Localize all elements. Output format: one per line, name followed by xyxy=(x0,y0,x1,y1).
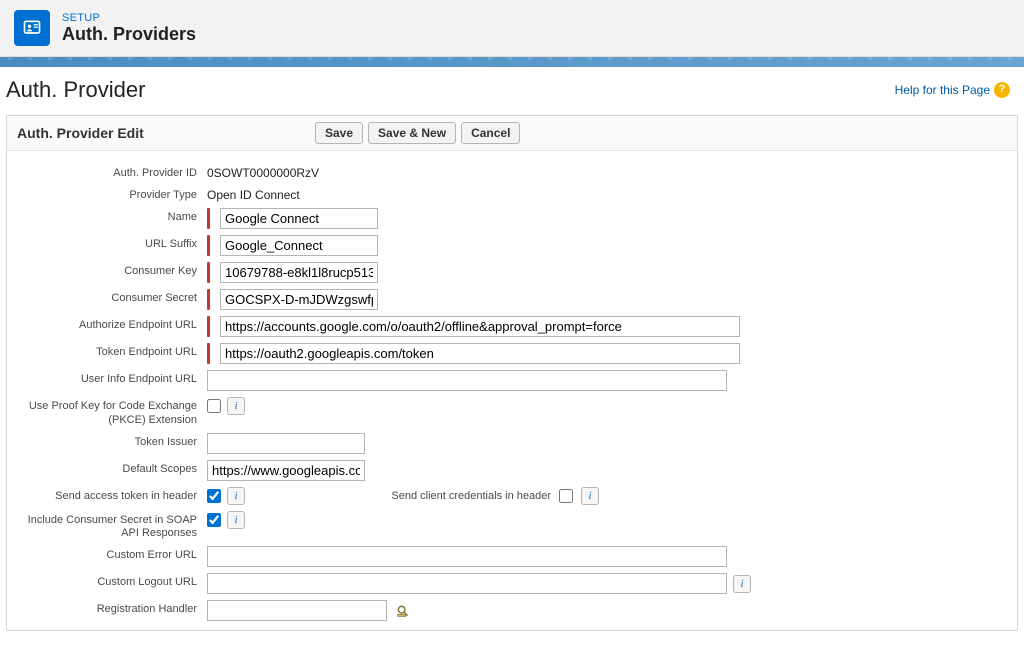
send-client-credentials-header-checkbox[interactable] xyxy=(559,489,573,503)
label-pkce-extension: Use Proof Key for Code Exchange (PKCE) E… xyxy=(21,397,207,426)
lookup-icon[interactable] xyxy=(393,602,413,620)
consumer-key-field[interactable] xyxy=(220,262,378,283)
info-icon[interactable]: i xyxy=(227,397,245,415)
value-provider-type: Open ID Connect xyxy=(207,186,300,202)
help-for-page-link[interactable]: Help for this Page ? xyxy=(895,82,1010,98)
label-consumer-secret: Consumer Secret xyxy=(21,289,207,305)
label-send-access-token-in-header: Send access token in header xyxy=(21,487,207,503)
user-info-endpoint-url-field[interactable] xyxy=(207,370,727,391)
label-user-info-endpoint-url: User Info Endpoint URL xyxy=(21,370,207,386)
setup-eyebrow: SETUP xyxy=(62,12,196,24)
info-icon[interactable]: i xyxy=(227,511,245,529)
label-auth-provider-id: Auth. Provider ID xyxy=(21,164,207,180)
page-title: Auth. Provider xyxy=(6,77,145,103)
pkce-checkbox[interactable] xyxy=(207,399,221,413)
save-and-new-button[interactable]: Save & New xyxy=(368,122,456,144)
token-issuer-field[interactable] xyxy=(207,433,365,454)
save-button[interactable]: Save xyxy=(315,122,363,144)
form-body: Auth. Provider ID 0SOWT0000000RzV Provid… xyxy=(7,151,1017,630)
url-suffix-field[interactable] xyxy=(220,235,378,256)
token-endpoint-url-field[interactable] xyxy=(220,343,740,364)
label-name: Name xyxy=(21,208,207,224)
decorative-wave xyxy=(0,57,1024,67)
custom-error-url-field[interactable] xyxy=(207,546,727,567)
required-indicator xyxy=(207,262,210,283)
consumer-secret-field[interactable] xyxy=(220,289,378,310)
label-url-suffix: URL Suffix xyxy=(21,235,207,251)
label-include-consumer-secret-soap: Include Consumer Secret in SOAP API Resp… xyxy=(21,511,207,540)
default-scopes-field[interactable] xyxy=(207,460,365,481)
auth-providers-app-icon xyxy=(14,10,50,46)
cancel-button[interactable]: Cancel xyxy=(461,122,520,144)
help-link-text: Help for this Page xyxy=(895,83,990,97)
info-icon[interactable]: i xyxy=(227,487,245,505)
value-auth-provider-id: 0SOWT0000000RzV xyxy=(207,164,319,180)
name-field[interactable] xyxy=(220,208,378,229)
label-send-client-credentials-in-header: Send client credentials in header xyxy=(371,490,551,502)
required-indicator xyxy=(207,316,210,337)
setup-title: Auth. Providers xyxy=(62,24,196,45)
label-token-issuer: Token Issuer xyxy=(21,433,207,449)
info-icon[interactable]: i xyxy=(581,487,599,505)
auth-provider-edit-panel: Auth. Provider Edit Save Save & New Canc… xyxy=(6,115,1018,631)
send-access-token-header-checkbox[interactable] xyxy=(207,489,221,503)
setup-header: SETUP Auth. Providers xyxy=(0,0,1024,57)
required-indicator xyxy=(207,235,210,256)
label-custom-error-url: Custom Error URL xyxy=(21,546,207,562)
label-consumer-key: Consumer Key xyxy=(21,262,207,278)
required-indicator xyxy=(207,208,210,229)
label-default-scopes: Default Scopes xyxy=(21,460,207,476)
required-indicator xyxy=(207,343,210,364)
panel-title: Auth. Provider Edit xyxy=(17,125,297,141)
include-consumer-secret-soap-checkbox[interactable] xyxy=(207,513,221,527)
label-provider-type: Provider Type xyxy=(21,186,207,202)
custom-logout-url-field[interactable] xyxy=(207,573,727,594)
registration-handler-field[interactable] xyxy=(207,600,387,621)
label-authorize-endpoint-url: Authorize Endpoint URL xyxy=(21,316,207,332)
authorize-endpoint-url-field[interactable] xyxy=(220,316,740,337)
info-icon[interactable]: i xyxy=(733,575,751,593)
help-icon: ? xyxy=(994,82,1010,98)
required-indicator xyxy=(207,289,210,310)
label-token-endpoint-url: Token Endpoint URL xyxy=(21,343,207,359)
label-custom-logout-url: Custom Logout URL xyxy=(21,573,207,589)
label-registration-handler: Registration Handler xyxy=(21,600,207,616)
